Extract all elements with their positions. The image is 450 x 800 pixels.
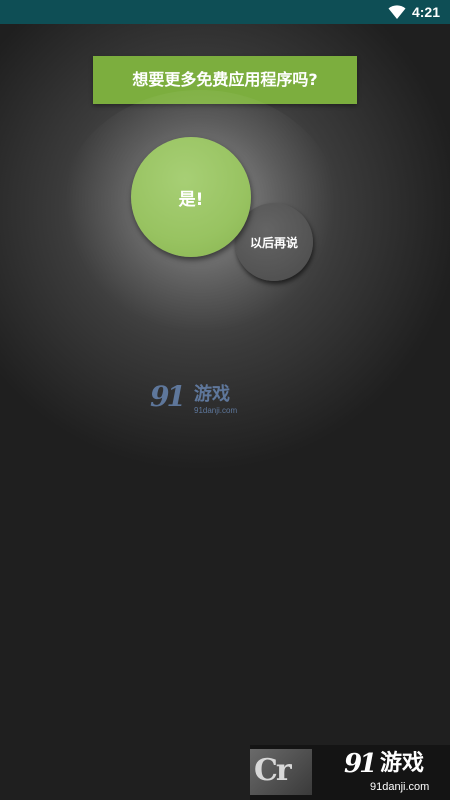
watermark-logo-center: 91 游戏 91danji.com <box>150 382 250 420</box>
yes-button[interactable]: 是! <box>131 137 251 257</box>
watermark-url: 91danji.com <box>370 781 430 793</box>
cr-logo-text: Cr <box>254 753 292 788</box>
watermark-banner-bottom: Cr 91 游戏 91danji.com <box>250 745 450 800</box>
watermark-url: 91danji.com <box>194 406 238 415</box>
dialog-title: 想要更多免费应用程序吗? <box>93 56 357 104</box>
watermark-logo-name: 游戏 <box>194 384 230 405</box>
watermark-logo-number: 91 <box>344 749 377 779</box>
status-bar: 4:21 <box>0 0 450 24</box>
cr-logo: Cr <box>250 749 312 795</box>
wifi-icon <box>388 5 406 19</box>
screen: 4:21 想要更多免费应用程序吗? 以后再说 是! 91 游戏 91danji.… <box>0 0 450 800</box>
watermark-logo-number: 91 <box>150 380 186 413</box>
watermark-logo-name: 游戏 <box>380 751 425 776</box>
status-time: 4:21 <box>411 4 440 20</box>
